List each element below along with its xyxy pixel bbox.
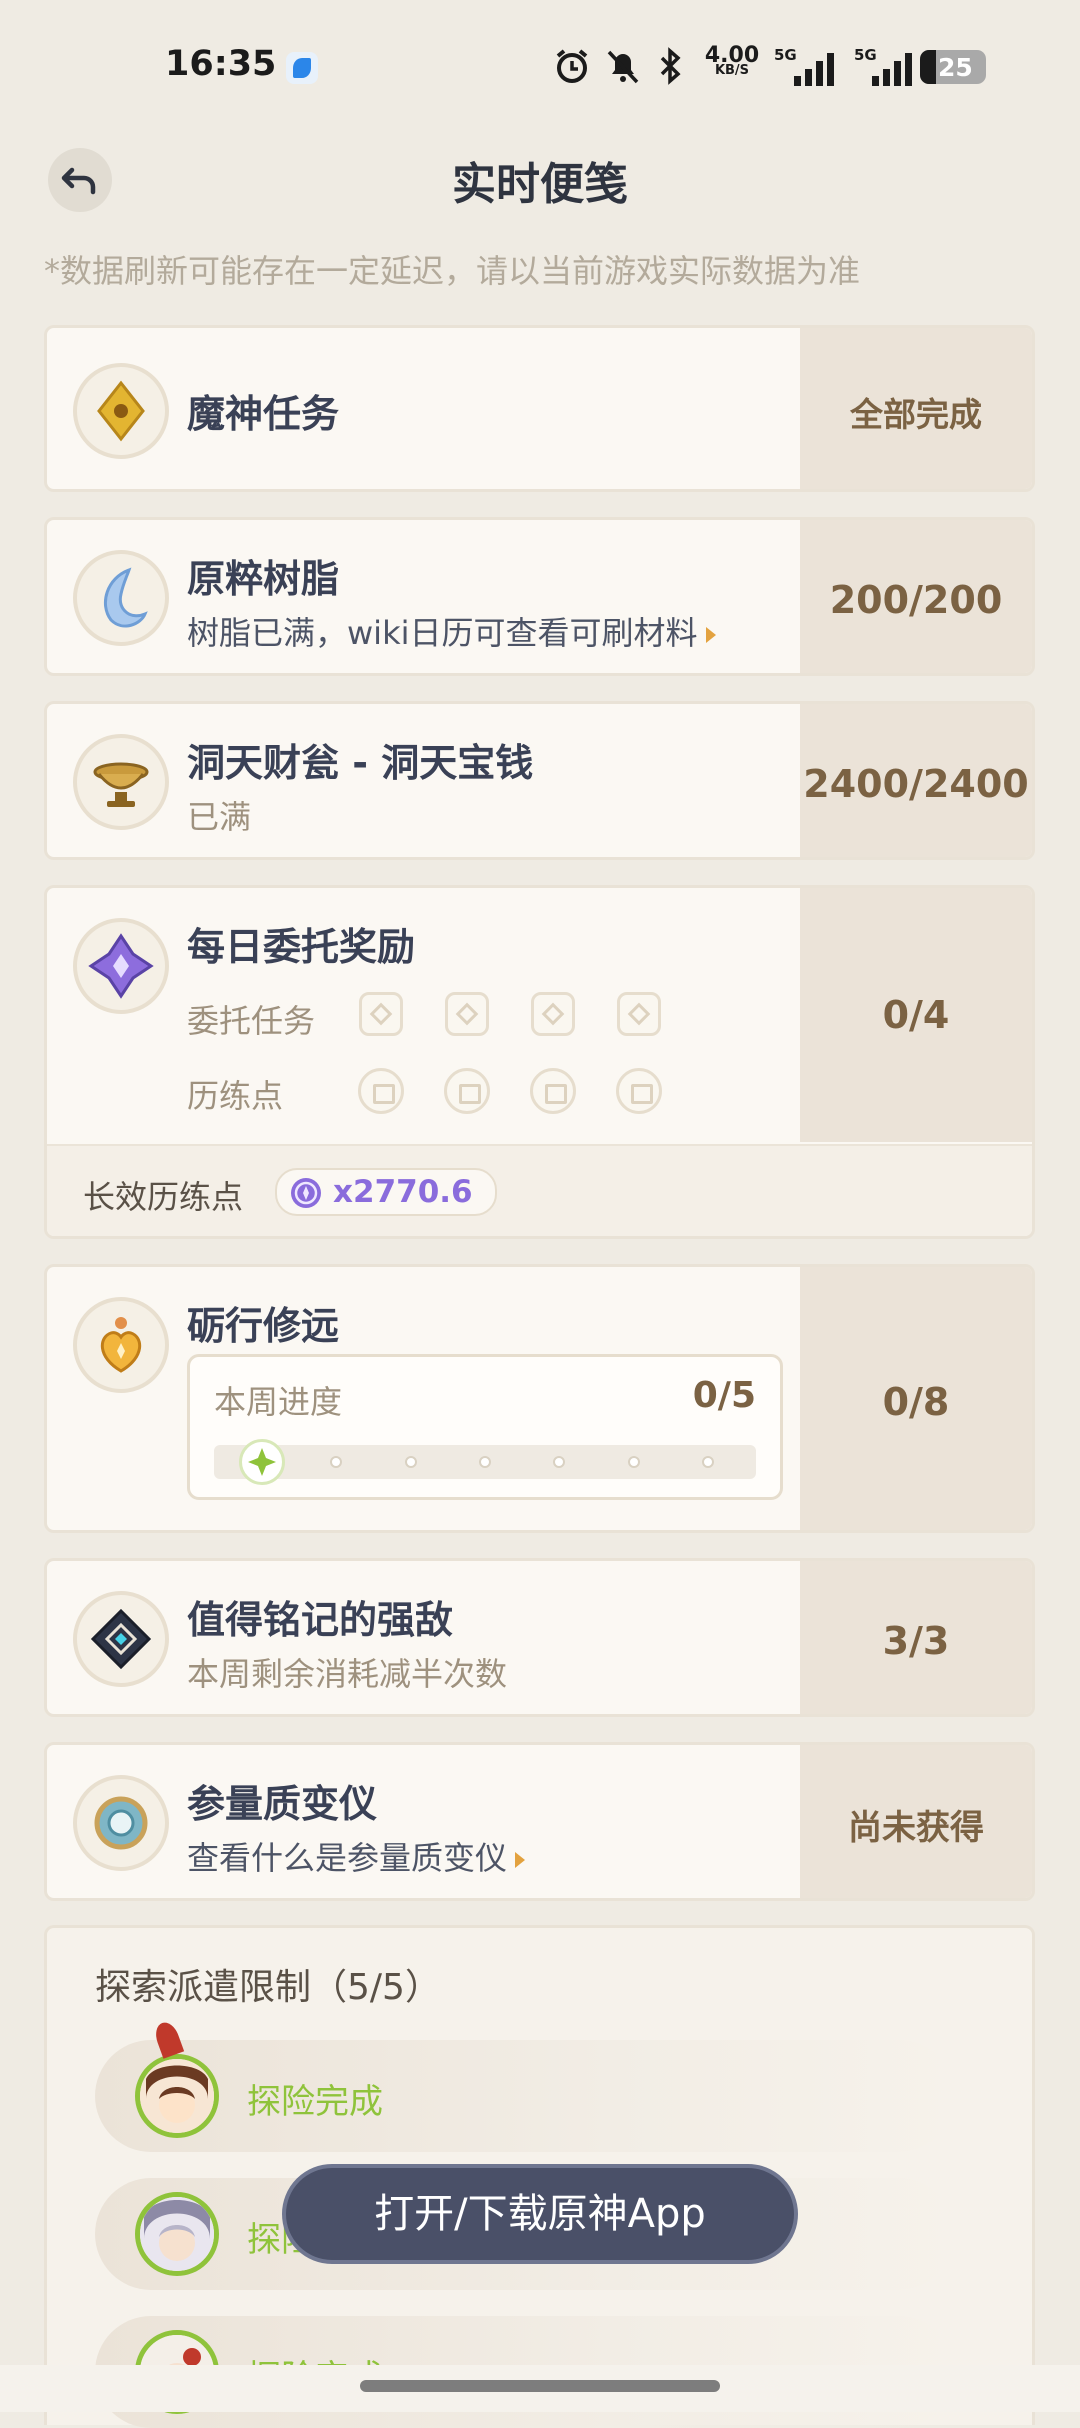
commission-slot-icon [445, 992, 489, 1036]
gift-icon [530, 1068, 576, 1114]
commission-slot-icon [359, 992, 403, 1036]
training-point-icon [291, 1178, 321, 1208]
progress-dot [702, 1456, 714, 1468]
archon-quest-card[interactable]: 魔神任务 全部完成 [44, 325, 1035, 492]
weekly-boss-card[interactable]: 值得铭记的强敌 本周剩余消耗减半次数 3/3 [44, 1558, 1035, 1717]
open-app-button[interactable]: 打开/下载原神App [282, 2164, 798, 2264]
progress-dot [330, 1456, 343, 1468]
character-avatar [135, 2192, 219, 2276]
boss-title: 值得铭记的强敌 [187, 1598, 454, 1642]
resin-subtitle: 树脂已满，wiki日历可查看可刷材料 [187, 614, 698, 652]
app-icon [286, 52, 318, 84]
realm-currency-card[interactable]: 洞天财瓮 - 洞天宝钱 已满 2400/2400 [44, 701, 1035, 860]
gift-icon [444, 1068, 490, 1114]
resin-icon [73, 550, 169, 646]
transformer-icon [73, 1775, 169, 1871]
transformer-info-link[interactable]: 查看什么是参量质变仪 [187, 1833, 526, 1879]
training-label: 历练点 [187, 1077, 284, 1115]
weekly-progress-box: 本周进度 0/5 [187, 1354, 783, 1500]
boss-subtitle: 本周剩余消耗减半次数 [187, 1655, 508, 1693]
commission-slot-icon [617, 992, 661, 1036]
archon-quest-title: 魔神任务 [187, 392, 340, 436]
transformer-status: 尚未获得 [800, 1745, 1032, 1898]
transformer-title: 参量质变仪 [187, 1782, 378, 1826]
realm-currency-title: 洞天财瓮 - 洞天宝钱 [187, 741, 534, 785]
weekly-title: 砺行修远 [187, 1304, 340, 1348]
net-speed: 4.00 KB/S [702, 43, 762, 79]
weekly-progress-icon [73, 1297, 169, 1393]
realm-currency-subtitle: 已满 [187, 798, 252, 836]
page-title: 实时便笺 [452, 159, 628, 210]
archon-quest-icon [73, 363, 169, 459]
gift-icon [358, 1068, 404, 1114]
battery-icon: 25 [920, 50, 986, 84]
daily-title: 每日委托奖励 [187, 925, 416, 969]
resin-wiki-link[interactable]: 树脂已满，wiki日历可查看可刷材料 [187, 608, 716, 654]
character-avatar [135, 2054, 219, 2138]
expedition-title: 探索派遣限制（5/5） [95, 1967, 441, 2008]
gift-icon [616, 1068, 662, 1114]
transformer-subtitle: 查看什么是参量质变仪 [187, 1839, 508, 1877]
long-training-badge: x2770.6 [275, 1168, 497, 1216]
daily-commission-icon [73, 918, 169, 1014]
weekly-progress-label: 本周进度 [214, 1383, 343, 1421]
progress-dot [627, 1456, 640, 1468]
weekly-progress-card[interactable]: 砺行修远 本周进度 0/5 0/8 [44, 1264, 1035, 1533]
chevron-right-icon [705, 627, 716, 643]
archon-quest-status: 全部完成 [800, 328, 1032, 489]
long-training-value: x2770.6 [333, 1174, 473, 1210]
alarm-icon [556, 49, 588, 83]
signal-icon [794, 53, 834, 86]
status-time: 16:35 [165, 44, 277, 84]
progress-current-marker [239, 1439, 285, 1485]
progress-dot [404, 1456, 417, 1468]
progress-dot [553, 1456, 566, 1468]
expedition-status: 探险完成 [247, 2082, 383, 2122]
resin-card[interactable]: 原粹树脂 树脂已满，wiki日历可查看可刷材料 200/200 [44, 517, 1035, 676]
progress-dot [479, 1456, 491, 1468]
commission-label: 委托任务 [187, 1002, 316, 1040]
parametric-transformer-card[interactable]: 参量质变仪 查看什么是参量质变仪 尚未获得 [44, 1742, 1035, 1901]
battery-level: 25 [938, 53, 973, 82]
signal-icon [872, 53, 912, 86]
bluetooth-icon [660, 47, 681, 85]
realm-currency-icon [73, 734, 169, 830]
daily-value: 0/4 [800, 888, 1032, 1142]
long-training-label: 长效历练点 [83, 1178, 244, 1216]
status-bar: 16:35 4.00 KB/S 5G 5G 25 [0, 0, 1080, 130]
daily-commission-card[interactable]: 每日委托奖励 委托任务 历练点 0/4 长效历练点 x2770.6 [44, 885, 1035, 1239]
resin-title: 原粹树脂 [187, 557, 340, 601]
resin-value: 200/200 [800, 520, 1032, 673]
weekly-boss-icon [73, 1591, 169, 1687]
home-indicator[interactable] [360, 2380, 720, 2392]
commission-slot-icon [531, 992, 575, 1036]
mute-icon [607, 50, 639, 84]
expedition-row[interactable]: 探险完成 [95, 2019, 955, 2152]
sparkle-icon [248, 1448, 276, 1476]
weekly-progress-track [214, 1439, 756, 1485]
chevron-right-icon [515, 1852, 526, 1868]
weekly-progress-value: 0/5 [692, 1375, 756, 1416]
net-speed-value: 4.00 [704, 43, 760, 68]
boss-value: 3/3 [800, 1561, 1032, 1714]
ribbon-decoration [151, 2019, 185, 2059]
data-delay-notice: *数据刷新可能存在一定延迟，请以当前游戏实际数据为准 [44, 252, 861, 290]
realm-currency-value: 2400/2400 [800, 704, 1032, 857]
long-training-row: 长效历练点 x2770.6 [47, 1144, 1032, 1236]
weekly-value: 0/8 [800, 1267, 1032, 1530]
